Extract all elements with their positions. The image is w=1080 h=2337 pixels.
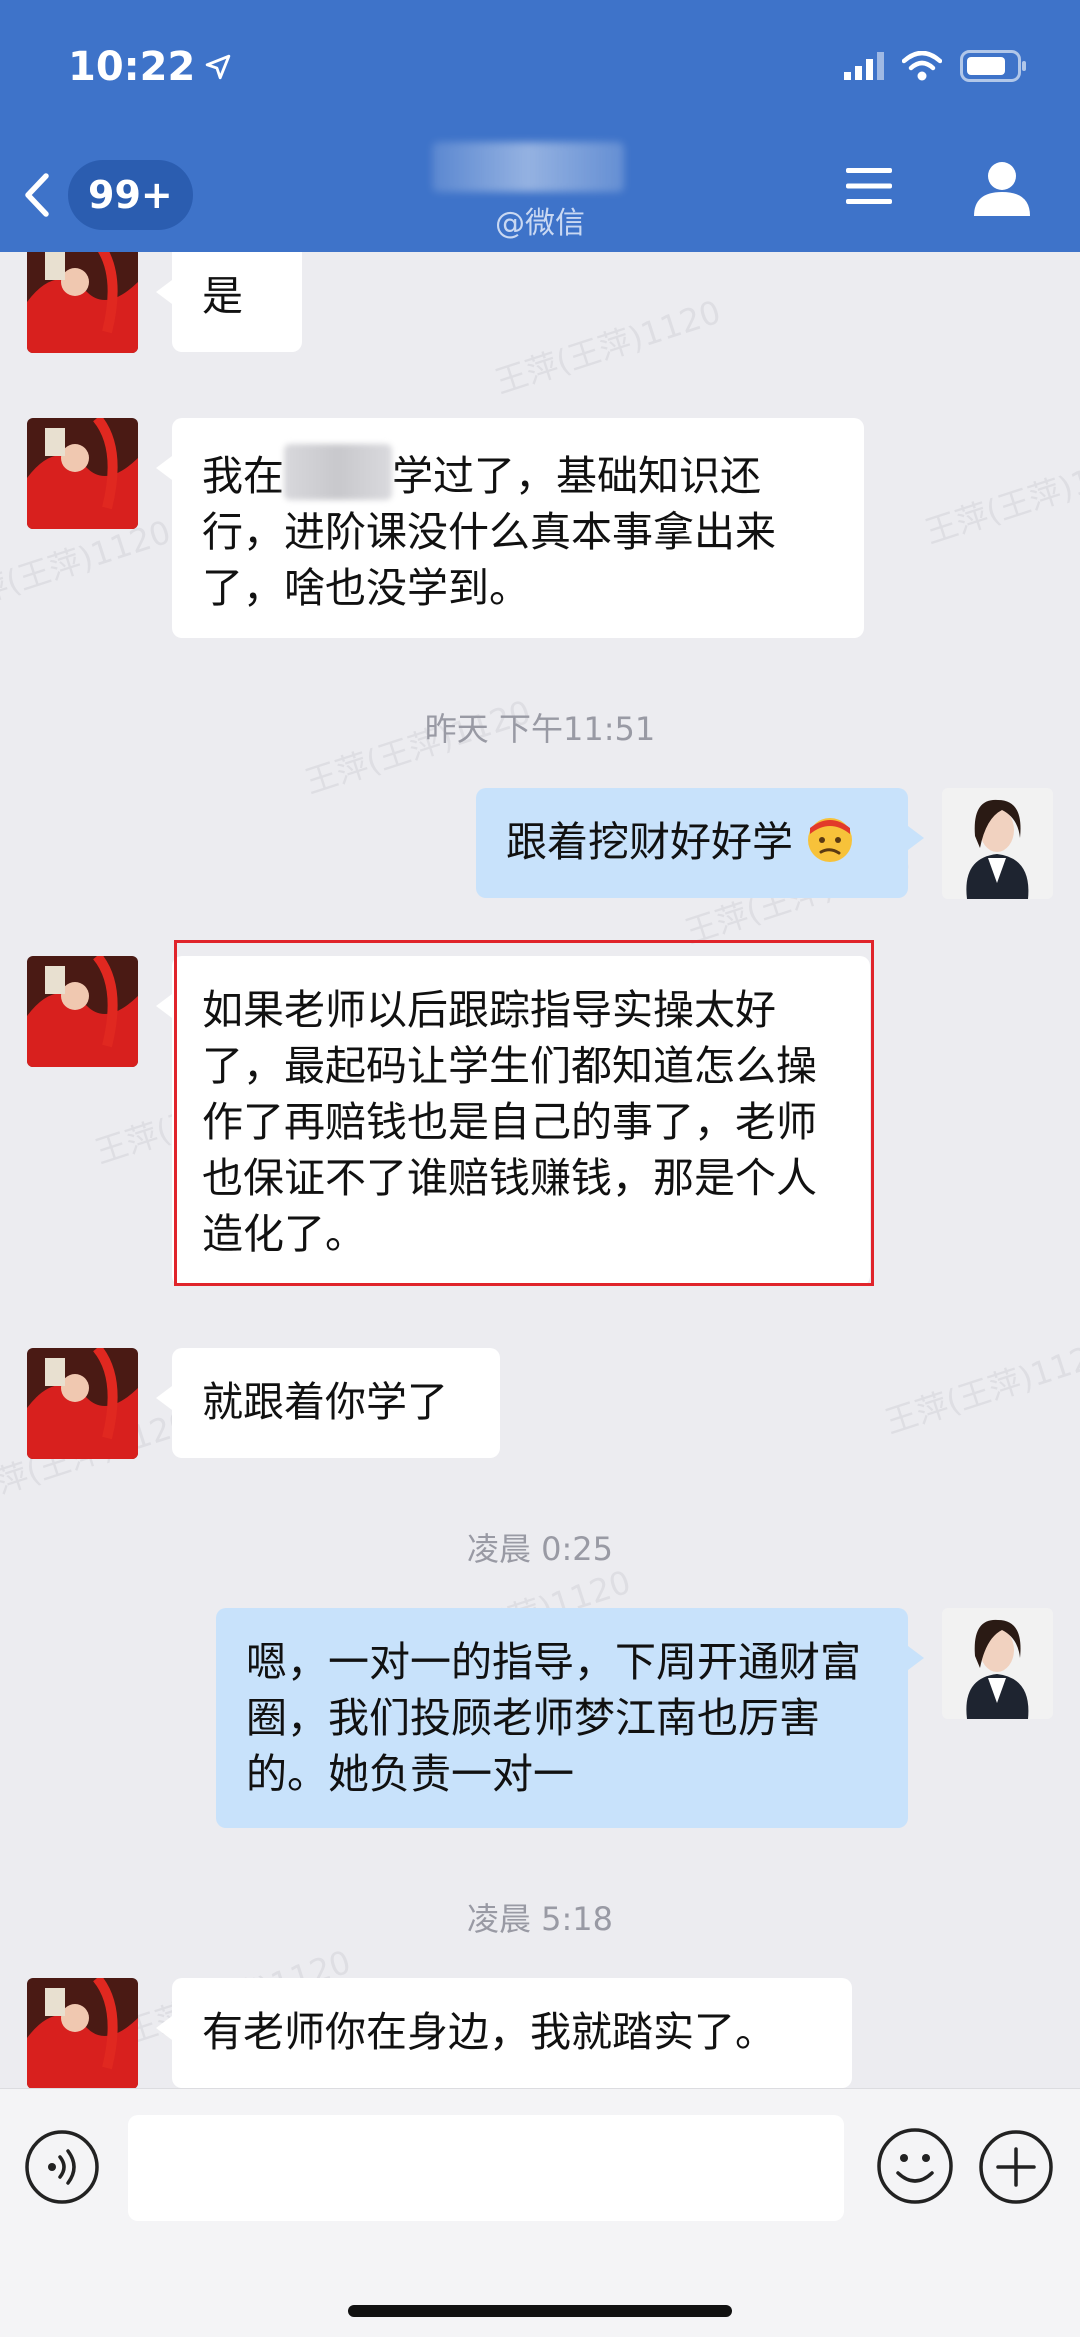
battery-icon bbox=[960, 50, 1026, 82]
signal-icon bbox=[844, 52, 884, 80]
message-text: 跟着挖财好好学 bbox=[506, 818, 793, 866]
message-bubble-incoming[interactable]: 我在 学过了，基础知识还行，进阶课没什么真本事拿出来了，啥也没学到。 bbox=[156, 418, 864, 638]
watermark-text: 王萍(王萍)1120 bbox=[490, 292, 726, 402]
wifi-icon bbox=[902, 51, 942, 81]
message-text: 有老师你在身边，我就踏实了。 bbox=[202, 2008, 776, 2056]
status-indicators bbox=[844, 50, 1028, 82]
message-text: 就跟着你学了 bbox=[202, 1378, 448, 1426]
chat-header: 10:22 99+ @微信 bbox=[0, 0, 1080, 252]
chat-subtitle: @微信 bbox=[495, 206, 585, 241]
timestamp: 凌晨 5:18 bbox=[466, 1900, 614, 1938]
message-bubble-incoming[interactable]: 就跟着你学了 bbox=[156, 1348, 500, 1458]
message-text-part: 学过了，基础知识还 bbox=[392, 452, 761, 500]
message-bubble-incoming[interactable]: 有老师你在身边，我就踏实了。 bbox=[156, 1978, 852, 2088]
contact-avatar[interactable] bbox=[27, 252, 138, 353]
message-bubble-outgoing[interactable]: 嗯，一对一的指导，下周开通财富圈，我们投顾老师梦江南也厉害的。她负责一对一 bbox=[216, 1608, 924, 1828]
contact-avatar[interactable] bbox=[27, 1348, 138, 1459]
user-avatar[interactable] bbox=[942, 1608, 1053, 1719]
message-bubble-incoming[interactable]: 是 bbox=[156, 252, 302, 352]
confused-face-emoji-icon bbox=[808, 818, 853, 862]
menu-icon[interactable] bbox=[846, 166, 892, 206]
message-input[interactable] bbox=[128, 2115, 844, 2221]
input-bar bbox=[0, 2088, 1080, 2337]
home-indicator[interactable] bbox=[348, 2305, 732, 2317]
status-time: 10:22 bbox=[68, 44, 231, 90]
redacted-text bbox=[284, 444, 392, 500]
chat-title-redacted bbox=[432, 142, 624, 192]
watermark-text: 王萍(王萍)1120 bbox=[920, 442, 1080, 552]
location-arrow-icon bbox=[206, 54, 231, 80]
message-text: 嗯，一对一的指导，下周开通财富圈，我们投顾老师梦江南也厉害的。她负责一对一 bbox=[246, 1638, 861, 1798]
smiley-icon[interactable] bbox=[876, 2127, 954, 2205]
message-text-part: 我在 bbox=[202, 452, 284, 500]
status-time-text: 10:22 bbox=[68, 44, 196, 90]
contact-avatar[interactable] bbox=[27, 418, 138, 529]
message-text: 是 bbox=[202, 272, 243, 320]
timestamp: 凌晨 0:25 bbox=[466, 1530, 614, 1568]
message-bubble-outgoing[interactable]: 跟着挖财好好学 bbox=[476, 788, 924, 898]
contact-avatar[interactable] bbox=[27, 1978, 138, 2088]
person-icon[interactable] bbox=[972, 160, 1032, 216]
plus-icon[interactable] bbox=[978, 2129, 1054, 2205]
message-list[interactable]: 王萍(王萍)1120 王萍(王萍)1120 王萍(王萍)1120 王萍(王萍)1… bbox=[0, 252, 1080, 2088]
message-text-part: 行，进阶课没什么真本事拿出来了，啥也没学到。 bbox=[202, 508, 776, 612]
voice-icon[interactable] bbox=[24, 2129, 100, 2205]
user-avatar[interactable] bbox=[942, 788, 1053, 899]
contact-avatar[interactable] bbox=[27, 956, 138, 1067]
watermark-text: 王萍(王萍)1120 bbox=[880, 1332, 1080, 1442]
red-highlight-box bbox=[174, 940, 874, 1286]
timestamp: 昨天 下午11:51 bbox=[424, 710, 656, 748]
